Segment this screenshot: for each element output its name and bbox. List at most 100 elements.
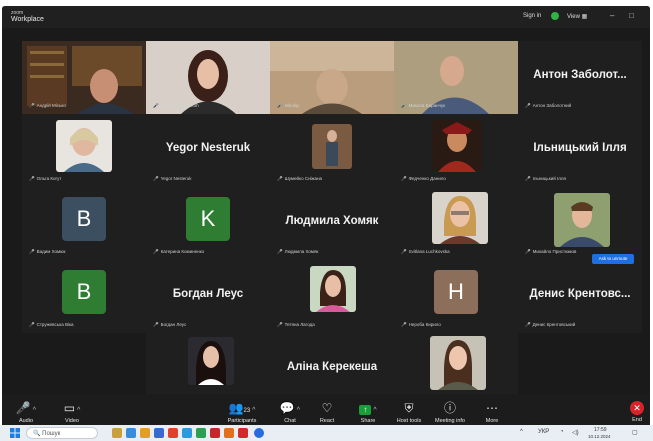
taskbar-app-icon[interactable] — [224, 428, 234, 438]
microphone-muted-icon: 🎤 — [153, 103, 159, 108]
microphone-muted-icon: 🎤 — [29, 176, 35, 181]
participant-tile[interactable]: Антон Заболот... 🎤 Антон Заболотний — [518, 41, 642, 114]
signin-button[interactable]: Sign in — [523, 13, 541, 19]
microphone-muted-icon: 🎤 — [401, 103, 407, 108]
share-button[interactable]: ↑ ^ Share — [350, 400, 386, 424]
minimize-button[interactable]: – — [610, 11, 614, 20]
windows-start-icon[interactable] — [10, 428, 20, 438]
participants-icon: 👥23 ^ — [228, 401, 256, 415]
participant-name-label: 🎤 Anastasiia Ploskoh — [153, 103, 199, 108]
info-icon: ⓘ — [443, 401, 456, 415]
taskbar-app-icon[interactable] — [238, 428, 248, 438]
taskbar-folder-icon[interactable] — [140, 428, 150, 438]
participant-photo — [56, 120, 112, 172]
participant-tile[interactable]: B 🎤 Стружевська Віка — [22, 260, 146, 333]
microphone-muted-icon: 🎤 — [401, 322, 407, 327]
participant-photo — [432, 120, 482, 172]
participant-name-label: 🎤 Федченко Данило — [401, 176, 446, 181]
more-button[interactable]: ⋯ More — [474, 400, 510, 424]
participant-tile[interactable]: 🎤 Микола Баранчук — [394, 41, 518, 114]
participant-tile[interactable]: 🎤 Anastasiia Ploskoh — [146, 41, 270, 114]
participant-name-label: 🎤 Нероба Кирило — [401, 322, 441, 327]
microphone-muted-icon: 🎤 — [153, 249, 159, 254]
taskbar-app-icon[interactable] — [126, 428, 136, 438]
participant-name-label: 🎤 Катерина Коминенко — [153, 249, 205, 254]
microphone-muted-icon: 🎤 — [401, 249, 407, 254]
microphone-muted-icon: 🎤 — [277, 103, 283, 108]
participant-name-label: 🎤 Денис Крентовський — [525, 322, 576, 327]
tray-chevron-icon[interactable]: ^ — [520, 429, 523, 435]
participant-tile[interactable]: H 🎤 Нероба Кирило — [394, 260, 518, 333]
host-tools-button[interactable]: ⛨ Host tools — [391, 400, 427, 424]
microphone-muted-icon: 🎤 — [525, 176, 531, 181]
taskbar-edge-icon[interactable] — [182, 428, 192, 438]
participant-name-label: 🎤 Стружевська Віка — [29, 322, 74, 327]
tray-notification-icon[interactable]: ▢ — [632, 429, 638, 436]
participant-display-name: Ільницький Ілля — [533, 142, 627, 154]
participant-photo — [310, 266, 356, 312]
participant-tile[interactable]: 🎤 Шумейко Сніжана — [270, 114, 394, 187]
participant-tile[interactable]: 🎤 Михайло Пристюмов — [518, 187, 642, 260]
participant-tile[interactable]: Ільницький Ілля 🎤 Ільницький Ілля — [518, 114, 642, 187]
participant-display-name: Аліна Керекеша — [286, 361, 378, 373]
participant-tile[interactable]: B 🎤 Вадим Хомюк — [22, 187, 146, 260]
tray-language[interactable]: УКР — [538, 429, 549, 435]
participant-tile[interactable]: 🎤 Svitlana Luchkovska — [394, 187, 518, 260]
taskbar-app-icon[interactable] — [154, 428, 164, 438]
react-button[interactable]: ♡ React — [309, 400, 345, 424]
camera-off-icon: ▭ ^ — [63, 401, 81, 415]
participant-name-label: 🎤 Шумейко Сніжана — [277, 176, 323, 181]
os-taskbar: 🔍 Пошук ^ УКР ◔ ◁) 17:59 10.12.2024 ▢ — [0, 425, 653, 441]
participant-tile[interactable]: Богдан Леус 🎤 Богдан Леус — [146, 260, 270, 333]
view-button[interactable]: View ▦ — [567, 13, 587, 20]
participant-name-label: 🎤 Тетяна Лагода — [277, 322, 315, 327]
participant-tile[interactable]: 🎤 Nikolay — [270, 41, 394, 114]
participant-tile[interactable]: K 🎤 Катерина Коминенко — [146, 187, 270, 260]
microphone-muted-icon: 🎤 — [525, 249, 531, 254]
maximize-button[interactable]: □ — [629, 11, 634, 20]
participant-photo — [188, 337, 234, 385]
taskbar-zoom-icon[interactable] — [254, 428, 264, 438]
end-meeting-button[interactable]: ✕ End — [625, 400, 649, 423]
shield-icon: ⛨ — [404, 401, 414, 415]
participant-tile[interactable]: 🎤 Ольга Когут — [22, 114, 146, 187]
tray-time[interactable]: 17:59 — [594, 427, 607, 433]
ask-to-unmute-button[interactable]: Ask to unmute — [592, 254, 634, 264]
brand-name: Workplace — [11, 16, 44, 23]
participant-name-label: 🎤 Ільницький Ілля — [525, 176, 566, 181]
participant-name-label: 🎤 Людмила Хомяк — [277, 249, 319, 254]
meeting-info-button[interactable]: ⓘ Meeting info — [432, 400, 468, 424]
tray-volume-icon[interactable]: ◁) — [572, 429, 579, 436]
taskbar-app-icon[interactable] — [168, 428, 178, 438]
share-screen-icon: ↑ ^ — [350, 400, 386, 416]
microphone-muted-icon: 🎤 — [153, 176, 159, 181]
participant-name-label: 🎤 Ольга Когут — [29, 176, 62, 181]
participant-photo — [430, 336, 486, 390]
participant-display-name: Денис Крентовс... — [529, 288, 631, 300]
participant-tile[interactable]: Людмила Хомяк 🎤 Людмила Хомяк — [270, 187, 394, 260]
audio-button[interactable]: 🎤 ^ Audio — [8, 400, 44, 424]
taskbar-app-icon[interactable] — [112, 428, 122, 438]
microphone-muted-icon: 🎤 — [29, 249, 35, 254]
taskbar-search-input[interactable]: 🔍 Пошук — [26, 427, 98, 439]
participant-tile[interactable]: Денис Крентовс... 🎤 Денис Крентовський — [518, 260, 642, 333]
microphone-muted-icon: 🎤 — [29, 103, 35, 108]
participant-tile[interactable]: 🎤 Федченко Данило — [394, 114, 518, 187]
taskbar-app-icon[interactable] — [196, 428, 206, 438]
participant-display-name: Yegor Nesteruk — [165, 142, 251, 154]
tray-wifi-icon[interactable]: ◔ — [560, 429, 564, 435]
tray-date[interactable]: 10.12.2024 — [588, 434, 611, 439]
close-icon: ✕ — [630, 401, 644, 415]
participant-tile[interactable]: Yegor Nesteruk 🎤 Yegor Nesteruk — [146, 114, 270, 187]
participant-name-label: 🎤 Yegor Nesteruk — [153, 176, 192, 181]
participant-photo — [554, 193, 610, 247]
participant-tile[interactable]: 🎤 Тетяна Лагода — [270, 260, 394, 333]
title-bar: zoom Workplace Sign in View ▦ – □ — [2, 6, 650, 28]
video-button[interactable]: ▭ ^ Video — [54, 400, 90, 424]
participant-tile[interactable]: 🎤 Андрій Місько — [22, 41, 146, 114]
chat-button[interactable]: 💬 ^ Chat — [272, 400, 308, 424]
participants-button[interactable]: 👥23 ^ Participants — [220, 400, 264, 424]
taskbar-app-icon[interactable] — [210, 428, 220, 438]
participant-name-label: 🎤 Антон Заболотний — [525, 103, 572, 108]
participant-name-label: 🎤 Микола Баранчук — [401, 103, 446, 108]
